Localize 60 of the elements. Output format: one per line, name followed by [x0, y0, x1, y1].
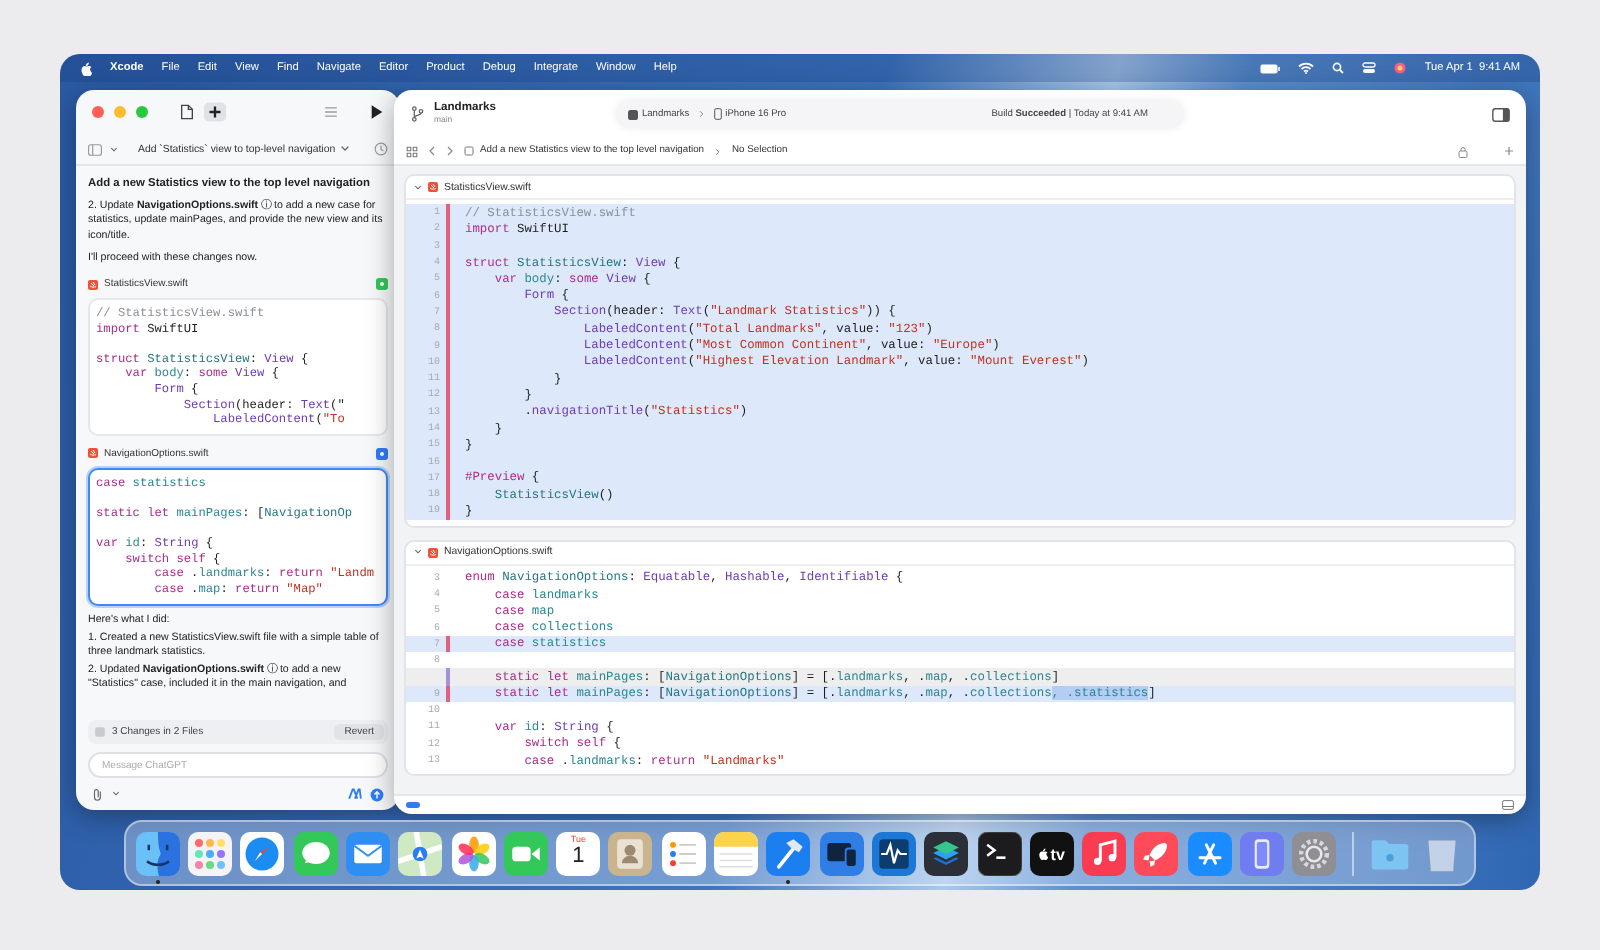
close-button[interactable] [92, 106, 104, 118]
terminal-icon[interactable] [977, 832, 1022, 876]
sidebar-icon[interactable] [1492, 107, 1510, 121]
rocket-icon[interactable] [1134, 832, 1179, 876]
document-icon [94, 726, 106, 738]
devices-icon[interactable] [819, 832, 864, 876]
orb-icon[interactable] [1394, 62, 1407, 74]
calendar-day: 1 [572, 845, 585, 867]
contact-card-icon[interactable] [608, 832, 653, 876]
chat-bubble-icon[interactable] [293, 832, 338, 876]
panel-icon[interactable] [1502, 800, 1514, 810]
swift-file-icon [88, 448, 98, 459]
chevron-down-icon[interactable] [110, 145, 118, 153]
zoom-button[interactable] [136, 106, 148, 118]
face-icon[interactable] [135, 832, 180, 876]
tv-label: tv [1050, 845, 1065, 863]
chevron-down-icon[interactable] [112, 790, 120, 798]
document-icon [464, 146, 474, 156]
plus-icon[interactable] [204, 102, 226, 122]
back-icon[interactable] [428, 146, 436, 156]
branch-icon[interactable] [410, 106, 424, 122]
checklist-icon[interactable] [661, 832, 706, 876]
notepad-icon[interactable] [714, 832, 759, 876]
envelope-icon[interactable] [345, 832, 390, 876]
paperclip-icon[interactable] [92, 787, 104, 801]
send-icon[interactable] [370, 787, 384, 801]
wifi-icon[interactable] [1298, 62, 1315, 74]
flower-icon[interactable] [451, 832, 496, 876]
swift-file-icon [428, 182, 438, 192]
layers-icon[interactable] [924, 832, 969, 876]
swift-file-icon [428, 547, 438, 558]
app-icon [627, 109, 638, 119]
play-icon[interactable] [370, 104, 384, 120]
grid-icon[interactable] [406, 145, 418, 157]
phone-icon[interactable] [1240, 832, 1285, 876]
gear-icon[interactable] [1292, 832, 1337, 876]
document-icon[interactable] [180, 104, 194, 120]
swift-file-icon [88, 279, 98, 290]
music-note-icon[interactable] [1082, 832, 1127, 876]
tv-icon[interactable]: tv [1029, 832, 1074, 876]
app-grid-icon[interactable] [188, 832, 233, 876]
forward-icon[interactable] [446, 146, 454, 156]
chevron-down-icon [339, 144, 350, 154]
search-icon[interactable] [1332, 62, 1345, 74]
hammer-icon[interactable] [766, 832, 811, 876]
waveform-icon[interactable] [871, 832, 916, 876]
clock-icon[interactable] [374, 142, 388, 156]
app-store-icon[interactable] [1187, 832, 1232, 876]
phone-icon [713, 108, 722, 120]
lock-icon[interactable] [1458, 145, 1468, 157]
status-indicator [406, 802, 420, 808]
apple-icon [1038, 848, 1049, 860]
map-icon[interactable] [398, 832, 443, 876]
toggles-icon[interactable] [1362, 62, 1377, 74]
battery-icon[interactable] [1260, 63, 1281, 73]
apple-icon [80, 61, 92, 75]
compass-icon[interactable] [240, 832, 285, 876]
disclosure-chevron-icon[interactable] [414, 183, 422, 191]
video-camera-icon[interactable] [503, 832, 548, 876]
list-icon[interactable] [324, 106, 338, 118]
